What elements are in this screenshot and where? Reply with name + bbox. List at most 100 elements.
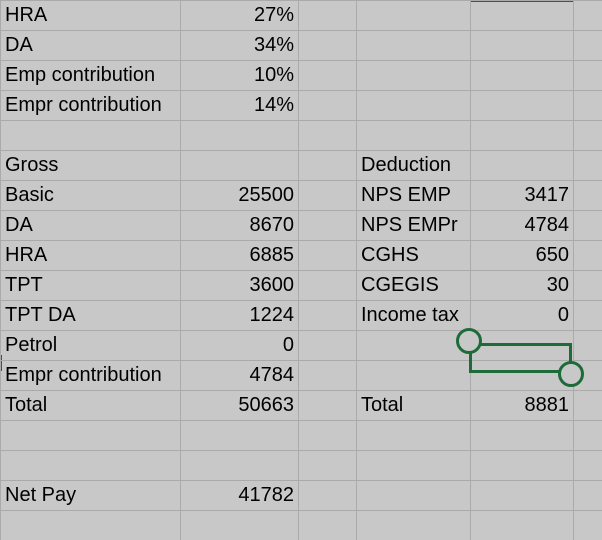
net-pay-value[interactable]: 41782: [180, 480, 299, 511]
cell[interactable]: 3600: [180, 270, 299, 301]
cell[interactable]: [573, 240, 602, 271]
cell[interactable]: [573, 60, 602, 91]
cell[interactable]: [180, 420, 299, 451]
cell[interactable]: [0, 510, 181, 540]
cell[interactable]: Emp contribution: [0, 60, 181, 91]
cell[interactable]: [356, 450, 471, 481]
cell[interactable]: NPS EMPr: [356, 210, 471, 241]
cell[interactable]: 6885: [180, 240, 299, 271]
cell[interactable]: [573, 0, 602, 31]
cell[interactable]: [356, 360, 471, 391]
cell[interactable]: CGHS: [356, 240, 471, 271]
cell[interactable]: [180, 120, 299, 151]
cell[interactable]: Basic: [0, 180, 181, 211]
cell[interactable]: [470, 30, 574, 61]
cell[interactable]: Empr contribution: [0, 90, 181, 121]
cell[interactable]: [298, 30, 357, 61]
cell[interactable]: 14%: [180, 90, 299, 121]
cell[interactable]: 3417: [470, 180, 574, 211]
cell[interactable]: [298, 360, 357, 391]
cell[interactable]: [470, 450, 574, 481]
cell[interactable]: [573, 30, 602, 61]
cell[interactable]: [470, 510, 574, 540]
cell[interactable]: [298, 90, 357, 121]
cell[interactable]: [470, 90, 574, 121]
cell[interactable]: [298, 450, 357, 481]
cell[interactable]: [356, 30, 471, 61]
cell[interactable]: [0, 450, 181, 481]
cell[interactable]: [356, 330, 471, 361]
gross-header-cell[interactable]: Gross: [0, 150, 181, 181]
selected-cell[interactable]: [470, 330, 574, 361]
cell[interactable]: [298, 420, 357, 451]
cell[interactable]: [356, 120, 471, 151]
cell[interactable]: [573, 210, 602, 241]
cell[interactable]: [298, 180, 357, 211]
cell[interactable]: [298, 390, 357, 421]
cell[interactable]: [298, 300, 357, 331]
cell[interactable]: [470, 60, 574, 91]
cell[interactable]: [573, 300, 602, 331]
cell[interactable]: HRA: [0, 0, 181, 31]
cell[interactable]: [573, 180, 602, 211]
cell[interactable]: [298, 210, 357, 241]
cell[interactable]: 1224: [180, 300, 299, 331]
cell[interactable]: TPT DA: [0, 300, 181, 331]
cell[interactable]: [573, 90, 602, 121]
cell[interactable]: [356, 510, 471, 540]
cell[interactable]: Income tax: [356, 300, 471, 331]
gross-total-value[interactable]: 50663: [180, 390, 299, 421]
deduction-total-label[interactable]: Total: [356, 390, 471, 421]
cell[interactable]: [470, 150, 574, 181]
cell[interactable]: 10%: [180, 60, 299, 91]
cell[interactable]: Empr contribution: [0, 360, 181, 391]
cell[interactable]: 0: [470, 300, 574, 331]
cell[interactable]: 25500: [180, 180, 299, 211]
cell[interactable]: TPT: [0, 270, 181, 301]
cell[interactable]: [356, 420, 471, 451]
cell[interactable]: 0: [180, 330, 299, 361]
cell[interactable]: [356, 60, 471, 91]
cell[interactable]: HRA: [0, 240, 181, 271]
cell[interactable]: [298, 270, 357, 301]
cell[interactable]: CGEGIS: [356, 270, 471, 301]
cell[interactable]: [0, 420, 181, 451]
cell[interactable]: [573, 270, 602, 301]
cell[interactable]: 4784: [180, 360, 299, 391]
net-pay-label[interactable]: Net Pay: [0, 480, 181, 511]
selection-handle-top-left[interactable]: [456, 328, 482, 354]
cell[interactable]: [573, 120, 602, 151]
cell[interactable]: [298, 0, 357, 31]
cell[interactable]: 4784: [470, 210, 574, 241]
cell[interactable]: 27%: [180, 0, 299, 31]
cell[interactable]: [573, 330, 602, 361]
cell[interactable]: [298, 240, 357, 271]
cell[interactable]: [573, 420, 602, 451]
cell[interactable]: [0, 120, 181, 151]
cell[interactable]: 650: [470, 240, 574, 271]
cell[interactable]: DA: [0, 30, 181, 61]
cell[interactable]: [470, 120, 574, 151]
cell[interactable]: [298, 480, 357, 511]
cell[interactable]: [298, 60, 357, 91]
cell[interactable]: [573, 150, 602, 181]
cell[interactable]: DA: [0, 210, 181, 241]
cell[interactable]: [356, 480, 471, 511]
cell[interactable]: 30: [470, 270, 574, 301]
cell[interactable]: [298, 330, 357, 361]
selection-handle-bottom-right[interactable]: [558, 361, 584, 387]
gross-total-label[interactable]: Total: [0, 390, 181, 421]
cell[interactable]: Petrol: [0, 330, 181, 361]
cell[interactable]: [298, 120, 357, 151]
cell[interactable]: [180, 510, 299, 540]
deduction-total-value[interactable]: 8881: [470, 390, 574, 421]
cell[interactable]: [180, 150, 299, 181]
cell[interactable]: [470, 420, 574, 451]
cell[interactable]: [298, 510, 357, 540]
cell[interactable]: 34%: [180, 30, 299, 61]
cell[interactable]: [470, 0, 574, 31]
cell[interactable]: [573, 450, 602, 481]
cell[interactable]: [470, 480, 574, 511]
deduction-header-cell[interactable]: Deduction: [356, 150, 471, 181]
cell[interactable]: [573, 480, 602, 511]
